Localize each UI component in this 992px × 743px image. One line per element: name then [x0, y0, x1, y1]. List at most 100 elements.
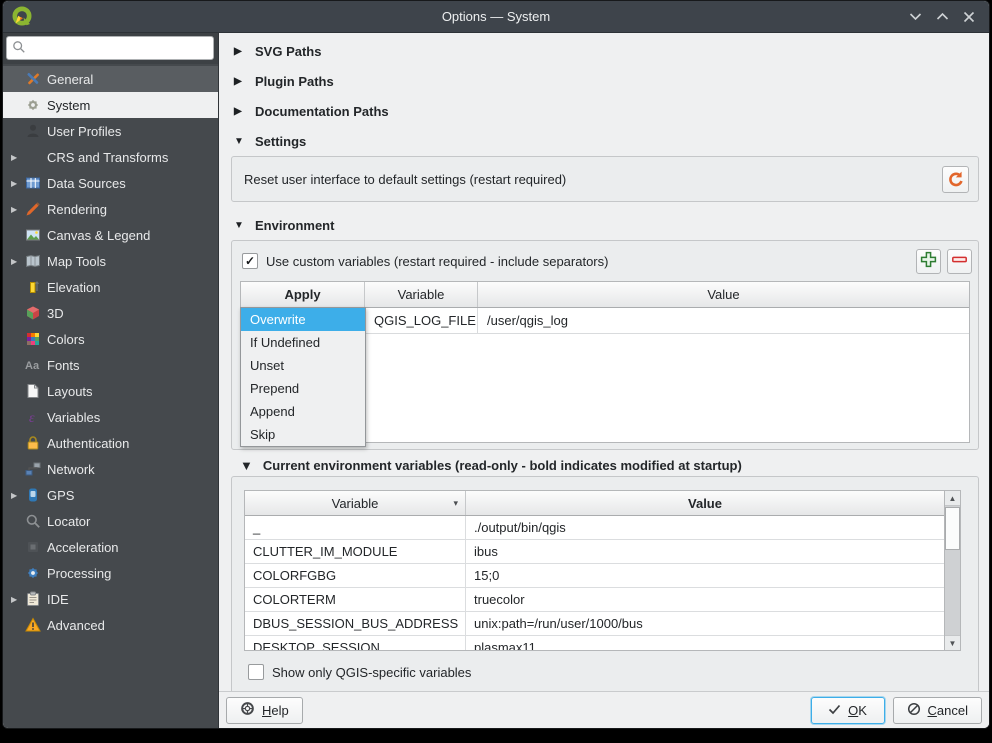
sidebar-item-label: Elevation: [47, 280, 100, 295]
warning-icon: [25, 617, 47, 633]
sidebar-item-acceleration[interactable]: Acceleration: [3, 534, 218, 560]
sort-arrow-icon[interactable]: ▾: [453, 498, 458, 509]
sidebar-item-label: Authentication: [47, 436, 129, 451]
search-input[interactable]: [31, 41, 208, 56]
sidebar-item-locator[interactable]: Locator: [3, 508, 218, 534]
scrollbar-thumb[interactable]: [945, 507, 960, 550]
env-variables-table[interactable]: Variable ▾ Value _./output/bin/qgisCLUTT…: [244, 490, 961, 651]
apply-option-if-undefined[interactable]: If Undefined: [241, 331, 365, 354]
column-header-env-variable[interactable]: Variable ▾: [245, 491, 466, 515]
sidebar-item-label: IDE: [47, 592, 69, 607]
options-scroll-area[interactable]: SVG Paths Plugin Paths Documentation Pat…: [219, 33, 989, 691]
expander-arrow-icon[interactable]: ▶: [8, 153, 25, 162]
tools-icon: [25, 71, 47, 87]
collapse-arrow-icon[interactable]: [234, 46, 245, 57]
close-button[interactable]: [960, 8, 978, 26]
add-variable-button[interactable]: [916, 249, 941, 274]
env-table-row[interactable]: _./output/bin/qgis: [245, 516, 944, 540]
sidebar-item-system[interactable]: System: [3, 92, 218, 118]
apply-option-overwrite[interactable]: Overwrite: [241, 308, 365, 331]
apply-option-unset[interactable]: Unset: [241, 354, 365, 377]
env-table-row[interactable]: DBUS_SESSION_BUS_ADDRESSunix:path=/run/u…: [245, 612, 944, 636]
sidebar-item-processing[interactable]: Processing: [3, 560, 218, 586]
title-bar[interactable]: Options — System: [3, 1, 989, 33]
env-table-row[interactable]: COLORFGBG15;0: [245, 564, 944, 588]
sidebar-item-canvas-legend[interactable]: Canvas & Legend: [3, 222, 218, 248]
current-env-group: Variable ▾ Value _./output/bin/qgisCLUTT…: [231, 476, 979, 691]
sidebar-item-variables[interactable]: εVariables: [3, 404, 218, 430]
apply-option-append[interactable]: Append: [241, 400, 365, 423]
expander-arrow-icon[interactable]: ▶: [8, 257, 25, 266]
sidebar-item-layouts[interactable]: Layouts: [3, 378, 218, 404]
sidebar-item-network[interactable]: Network: [3, 456, 218, 482]
sidebar-item-colors[interactable]: Colors: [3, 326, 218, 352]
sidebar-item-authentication[interactable]: Authentication: [3, 430, 218, 456]
collapse-arrow-icon[interactable]: [234, 220, 245, 231]
gps-device-icon: [25, 487, 47, 503]
page-icon: [25, 383, 47, 399]
maximize-button[interactable]: [933, 8, 951, 26]
sidebar-item-fonts[interactable]: AaFonts: [3, 352, 218, 378]
sidebar-item-elevation[interactable]: Elevation: [3, 274, 218, 300]
expander-arrow-icon[interactable]: ▶: [8, 491, 25, 500]
use-custom-variables-checkbox[interactable]: [242, 253, 258, 269]
remove-variable-button[interactable]: [947, 249, 972, 274]
plus-icon: [920, 251, 937, 271]
scroll-down-icon[interactable]: ▼: [945, 635, 960, 650]
env-table-row[interactable]: DESKTOP_SESSIONplasmax11: [245, 636, 944, 650]
sidebar-item-rendering[interactable]: ▶Rendering: [3, 196, 218, 222]
sidebar-item-general[interactable]: General: [3, 66, 218, 92]
section-plugin-paths[interactable]: Plugin Paths: [231, 66, 979, 96]
variable-cell[interactable]: QGIS_LOG_FILE: [365, 308, 478, 333]
color-grid-icon: [25, 331, 47, 347]
magnifier-icon: [25, 513, 47, 529]
sidebar-item-data-sources[interactable]: ▶Data Sources: [3, 170, 218, 196]
section-documentation-paths[interactable]: Documentation Paths: [231, 96, 979, 126]
env-table-row[interactable]: CLUTTER_IM_MODULEibus: [245, 540, 944, 564]
column-header-value[interactable]: Value: [478, 282, 969, 307]
value-cell[interactable]: /user/qgis_log: [478, 308, 969, 333]
collapse-arrow-icon[interactable]: [234, 76, 245, 87]
collapse-arrow-icon[interactable]: [240, 458, 253, 473]
help-button[interactable]: Help: [226, 697, 303, 724]
sidebar-item-map-tools[interactable]: ▶Map Tools: [3, 248, 218, 274]
custom-variables-table[interactable]: Apply Variable Value QGIS_LOG_FILE /user…: [240, 281, 970, 443]
collapse-arrow-icon[interactable]: [234, 106, 245, 117]
person-icon: [25, 123, 47, 139]
environment-group: Use custom variables (restart required -…: [231, 240, 979, 450]
section-environment[interactable]: Environment: [231, 210, 979, 240]
section-svg-paths[interactable]: SVG Paths: [231, 36, 979, 66]
scroll-up-icon[interactable]: ▲: [945, 491, 960, 506]
help-icon: [240, 701, 255, 719]
sidebar-item-ide[interactable]: ▶ IDE: [3, 586, 218, 612]
cancel-button[interactable]: Cancel: [893, 697, 982, 724]
section-settings[interactable]: Settings: [231, 126, 979, 156]
collapse-arrow-icon[interactable]: [234, 136, 245, 147]
sidebar-item-gps[interactable]: ▶GPS: [3, 482, 218, 508]
sidebar-item-label: General: [47, 72, 93, 87]
sidebar-item-user-profiles[interactable]: User Profiles: [3, 118, 218, 144]
apply-option-prepend[interactable]: Prepend: [241, 377, 365, 400]
reset-ui-button[interactable]: [942, 166, 969, 193]
sidebar-item-label: Locator: [47, 514, 90, 529]
scrollbar-track[interactable]: [945, 506, 960, 635]
env-variable-cell: COLORTERM: [245, 588, 466, 611]
expander-arrow-icon[interactable]: ▶: [8, 595, 25, 604]
table-scrollbar[interactable]: ▲ ▼: [944, 491, 960, 650]
show-qgis-variables-checkbox[interactable]: [248, 664, 264, 680]
env-table-row[interactable]: COLORTERMtruecolor: [245, 588, 944, 612]
sidebar-item-3d[interactable]: 3D: [3, 300, 218, 326]
env-value-cell: truecolor: [466, 588, 944, 611]
minimize-button[interactable]: [906, 8, 924, 26]
sidebar-item-crs-and-transforms[interactable]: ▶CRS and Transforms: [3, 144, 218, 170]
column-header-env-value[interactable]: Value: [466, 491, 944, 515]
section-current-env[interactable]: Current environment variables (read-only…: [231, 454, 979, 476]
minus-icon: [951, 251, 968, 271]
expander-arrow-icon[interactable]: ▶: [8, 179, 25, 188]
expander-arrow-icon[interactable]: ▶: [8, 205, 25, 214]
ok-button[interactable]: OK: [811, 697, 885, 724]
column-header-variable[interactable]: Variable: [365, 282, 478, 307]
sidebar-item-advanced[interactable]: Advanced: [3, 612, 218, 638]
column-header-apply[interactable]: Apply: [241, 282, 365, 307]
apply-option-skip[interactable]: Skip: [241, 423, 365, 446]
